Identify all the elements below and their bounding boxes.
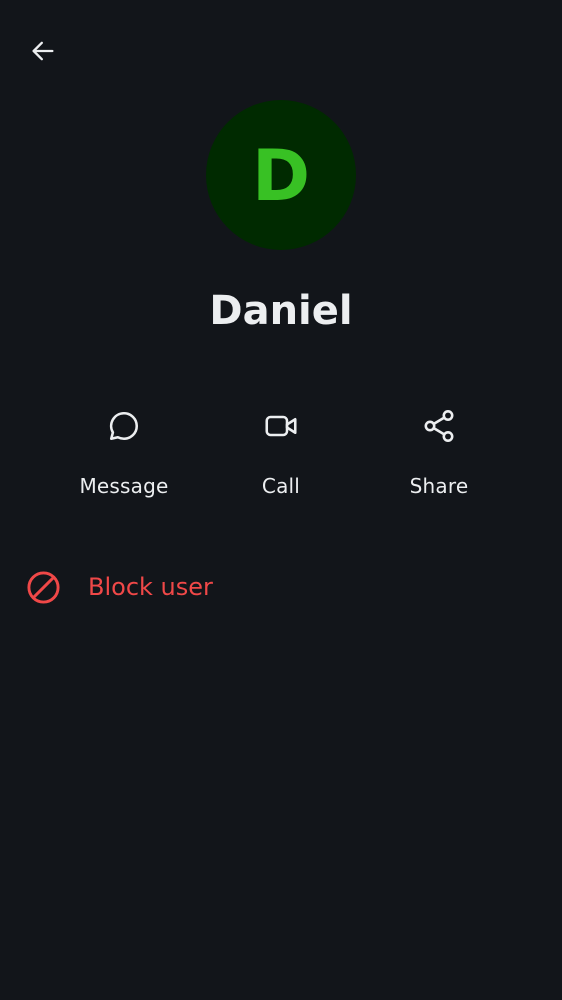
call-button[interactable]: Call bbox=[211, 408, 351, 508]
block-icon bbox=[26, 570, 61, 605]
call-label: Call bbox=[261, 474, 301, 498]
chat-bubble-icon bbox=[106, 408, 142, 444]
share-icon bbox=[421, 408, 457, 444]
block-user-button[interactable]: Block user bbox=[0, 556, 562, 618]
back-button[interactable] bbox=[24, 32, 62, 70]
action-bar: Message Call Share bbox=[0, 408, 562, 508]
avatar: D bbox=[206, 100, 356, 250]
share-label: Share bbox=[409, 474, 469, 498]
contact-name: Daniel bbox=[209, 288, 353, 334]
arrow-left-icon bbox=[32, 41, 54, 61]
avatar-initial: D bbox=[251, 135, 311, 217]
block-user-label: Block user bbox=[88, 573, 213, 601]
video-camera-icon bbox=[263, 408, 299, 444]
contact-details-screen: D Daniel Message Call Share Block user bbox=[0, 0, 562, 1000]
message-button[interactable]: Message bbox=[54, 408, 194, 508]
message-label: Message bbox=[79, 474, 169, 498]
share-button[interactable]: Share bbox=[369, 408, 509, 508]
